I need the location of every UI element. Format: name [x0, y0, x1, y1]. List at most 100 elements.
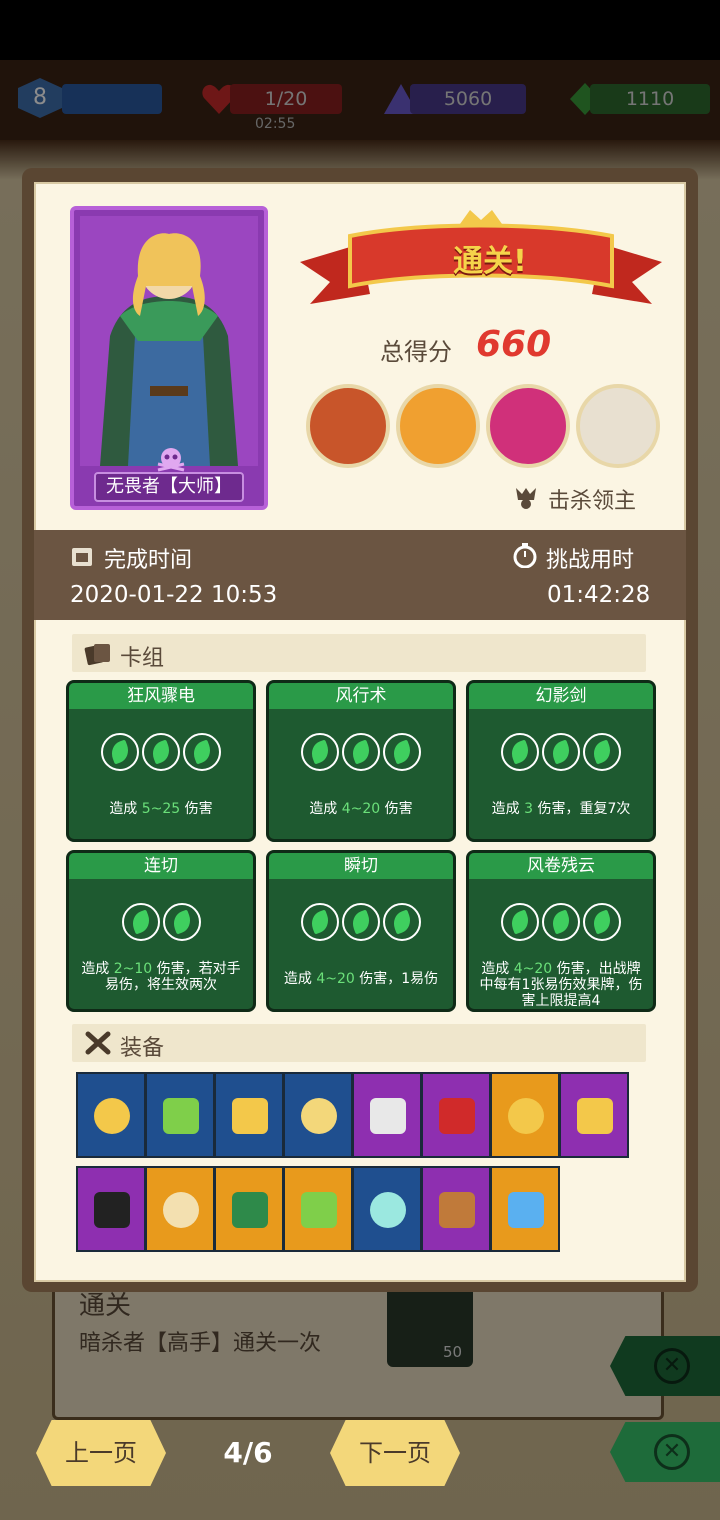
skill-card[interactable]: 风卷残云 造成 4~20 伤害，出战牌中每有1张易伤效果牌，伤害上限提高4: [466, 850, 656, 1012]
boss-portrait-cyclops: [306, 384, 390, 468]
skill-card[interactable]: 连切 造成 2~10 伤害，若对手易伤，将生效两次: [66, 850, 256, 1012]
wind-leaf-icon: [121, 903, 160, 941]
score-value: 660: [476, 324, 552, 365]
skill-cost: [469, 733, 653, 771]
skill-card-desc: 造成 4~20 伤害: [275, 801, 447, 817]
close-icon: ✕: [654, 1434, 690, 1470]
skill-desc-damage: 2~10: [113, 961, 153, 977]
scroll-icon: [163, 1192, 199, 1228]
page-indicator: 4/6: [223, 1436, 273, 1469]
skull-crossbones-icon: [157, 448, 185, 472]
wind-leaf-icon: [501, 733, 539, 771]
skill-desc-damage: 4~20: [513, 961, 553, 977]
wind-leaf-icon: [583, 733, 621, 771]
skill-cost: [469, 903, 653, 941]
skill-card[interactable]: 风行术造成 4~20 伤害: [266, 680, 456, 842]
dagger-icon: [370, 1098, 406, 1134]
gold-coin-icon: [577, 1098, 613, 1134]
wind-leaf-icon: [342, 903, 380, 941]
skill-card[interactable]: 瞬切造成 4~20 伤害，1易伤: [266, 850, 456, 1012]
stopwatch-icon: [513, 543, 537, 568]
finish-time-value: 2020-01-22 10:53: [70, 582, 278, 608]
wind-leaf-icon: [301, 903, 339, 941]
equipment-slot[interactable]: [145, 1166, 215, 1252]
skill-card-title: 狂风骤电: [127, 686, 195, 706]
equipment-slot[interactable]: [76, 1072, 146, 1158]
hero-portrait: [80, 216, 258, 466]
equipment-slot[interactable]: [559, 1072, 629, 1158]
equipment-section-header: 装备: [72, 1024, 646, 1062]
wind-leaf-icon: [583, 903, 621, 941]
crossed-bones-icon: [85, 1031, 111, 1055]
wind-leaf-icon: [301, 733, 339, 771]
skill-desc-damage: 5~25: [141, 801, 181, 817]
equipment-slot[interactable]: [283, 1166, 353, 1252]
ruby-icon: [439, 1098, 475, 1134]
wind-leaf-icon: [101, 733, 139, 771]
wind-leaf-icon: [342, 733, 380, 771]
equipment-slot[interactable]: [352, 1072, 422, 1158]
skill-card-title: 连切: [144, 856, 178, 876]
boss-portrait-warlord: [396, 384, 480, 468]
wind-leaf-icon: [501, 903, 539, 941]
boss-portrait-skeleton-king: [576, 384, 660, 468]
equipment-slot[interactable]: [76, 1166, 146, 1252]
skill-desc-prefix: 造成: [109, 801, 142, 817]
bosses-killed-label: 击杀领主: [548, 489, 637, 514]
skill-cost: [69, 903, 253, 941]
calendar-icon: [72, 548, 92, 566]
boss-portrait-demon: [486, 384, 570, 468]
skill-desc-damage: 4~20: [341, 801, 381, 817]
close-button[interactable]: ✕: [610, 1422, 720, 1482]
skill-card-title: 幻影剑: [535, 686, 587, 706]
equipment-slot[interactable]: [145, 1072, 215, 1158]
skill-card-desc: 造成 5~25 伤害: [75, 801, 247, 817]
skill-desc-prefix: 造成: [491, 801, 525, 817]
skill-desc-suffix: 伤害: [380, 801, 413, 817]
treasure-chest-icon: [163, 1098, 199, 1134]
score-label: 总得分: [380, 338, 452, 366]
prev-page-button[interactable]: 上一页: [36, 1420, 166, 1486]
prev-page-label: 上一页: [65, 1439, 137, 1467]
finish-time-label: 完成时间: [104, 548, 193, 573]
equipment-slot[interactable]: [421, 1166, 491, 1252]
skill-card-desc: 造成 3 伤害，重复7次: [475, 801, 647, 817]
wind-leaf-icon: [142, 733, 180, 771]
skill-desc-damage: 3: [524, 801, 533, 817]
next-page-label: 下一页: [359, 1439, 431, 1467]
skill-cost: [69, 733, 253, 771]
equipment-label: 装备: [120, 1036, 165, 1061]
skill-cost: [269, 903, 453, 941]
skull-stripes-icon: [94, 1192, 130, 1228]
equipment-slot[interactable]: [421, 1072, 491, 1158]
equipment-slot[interactable]: [214, 1166, 284, 1252]
skill-card[interactable]: 狂风骤电造成 5~25 伤害: [66, 680, 256, 842]
skill-cost: [269, 733, 453, 771]
skill-desc-suffix: 伤害，1易伤: [354, 971, 439, 987]
equipment-slot[interactable]: [490, 1072, 560, 1158]
skill-card-title: 瞬切: [344, 856, 378, 876]
skill-desc-suffix: 伤害，重复7次: [533, 801, 631, 817]
boot-icon: [439, 1192, 475, 1228]
equipment-slot[interactable]: [214, 1072, 284, 1158]
deck-section-header: 卡组: [72, 634, 646, 672]
status-bar: [0, 0, 720, 60]
hero-name: 无畏者【大师】: [94, 472, 244, 502]
skill-card-title: 风行术: [335, 686, 387, 706]
equipment-slot[interactable]: [352, 1166, 422, 1252]
jewelry-box-icon: [370, 1192, 406, 1228]
skill-card-desc: 造成 4~20 伤害，出战牌中每有1张易伤效果牌，伤害上限提高4: [475, 961, 647, 1009]
skill-card[interactable]: 幻影剑造成 3 伤害，重复7次: [466, 680, 656, 842]
next-page-button[interactable]: 下一页: [330, 1420, 460, 1486]
skill-desc-prefix: 造成: [481, 961, 514, 977]
skill-card-desc: 造成 4~20 伤害，1易伤: [275, 971, 447, 987]
wind-leaf-icon: [383, 733, 421, 771]
equipment-slot[interactable]: [490, 1166, 560, 1252]
duration-value: 01:42:28: [547, 582, 651, 608]
skill-desc-prefix: 造成: [283, 971, 317, 987]
duration-label: 挑战用时: [546, 548, 635, 573]
equipment-slot[interactable]: [283, 1072, 353, 1158]
hero-card: 无畏者【大师】: [70, 206, 268, 510]
cards-icon: [84, 644, 110, 666]
feather-icon: [301, 1192, 337, 1228]
